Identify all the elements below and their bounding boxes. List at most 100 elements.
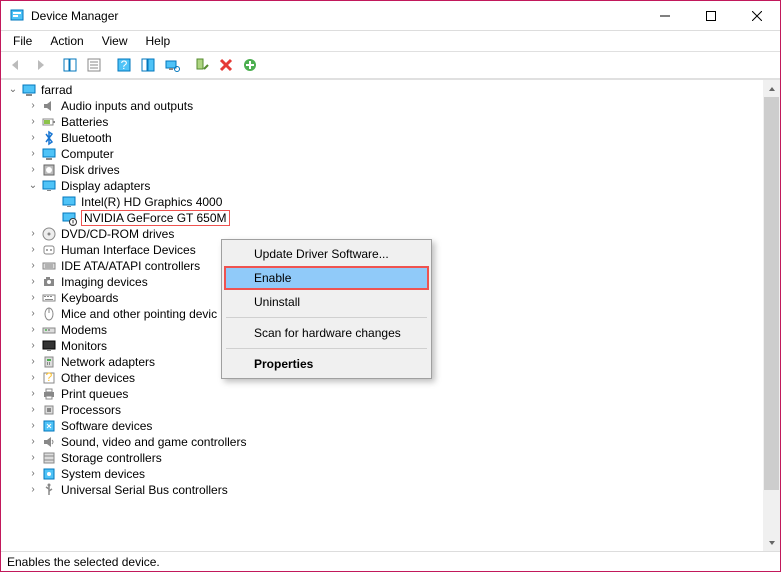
vertical-scrollbar[interactable] — [763, 80, 780, 551]
audio-icon — [41, 98, 57, 114]
menu-help[interactable]: Help — [138, 32, 179, 50]
scroll-up-button[interactable] — [763, 80, 780, 97]
back-button[interactable] — [5, 54, 27, 76]
chevron-right-icon[interactable]: › — [25, 453, 41, 463]
tree-label: Print queues — [61, 387, 128, 401]
menu-file[interactable]: File — [5, 32, 40, 50]
storage-icon — [41, 450, 57, 466]
maximize-button[interactable] — [688, 1, 734, 30]
chevron-right-icon[interactable]: › — [25, 149, 41, 159]
chevron-right-icon[interactable]: › — [25, 405, 41, 415]
chevron-right-icon[interactable]: › — [25, 165, 41, 175]
tree-node[interactable]: › Bluetooth — [1, 130, 763, 146]
scan-button[interactable] — [161, 54, 183, 76]
svg-text:?: ? — [121, 58, 128, 72]
tree-label: Network adapters — [61, 355, 155, 369]
tree-node[interactable]: ›Computer — [1, 146, 763, 162]
close-button[interactable] — [734, 1, 780, 30]
show-hide-tree-button[interactable] — [59, 54, 81, 76]
chevron-right-icon[interactable]: › — [25, 421, 41, 431]
context-menu-item[interactable]: Scan for hardware changes — [224, 321, 429, 345]
chevron-right-icon[interactable]: › — [25, 101, 41, 111]
chevron-right-icon[interactable]: › — [25, 341, 41, 351]
tree-label: Keyboards — [61, 291, 118, 305]
forward-button[interactable] — [29, 54, 51, 76]
tree-node[interactable]: ›Batteries — [1, 114, 763, 130]
chevron-right-icon[interactable]: › — [25, 325, 41, 335]
hid-icon — [41, 242, 57, 258]
chevron-right-icon[interactable]: › — [25, 437, 41, 447]
menu-action[interactable]: Action — [42, 32, 91, 50]
tree-node[interactable]: › Audio inputs and outputs — [1, 98, 763, 114]
modem-icon — [41, 322, 57, 338]
tree-node[interactable]: › Print queues — [1, 386, 763, 402]
menu-view[interactable]: View — [94, 32, 136, 50]
window-controls — [642, 1, 780, 30]
system-icon — [41, 466, 57, 482]
tree-label: Audio inputs and outputs — [61, 99, 193, 113]
chevron-right-icon[interactable]: › — [25, 309, 41, 319]
tree-node[interactable]: › Processors — [1, 402, 763, 418]
chevron-down-icon[interactable]: ⌄ — [5, 85, 21, 95]
app-icon — [9, 8, 25, 24]
chevron-down-icon[interactable]: ⌄ — [25, 181, 41, 191]
minimize-button[interactable] — [642, 1, 688, 30]
chevron-right-icon[interactable]: › — [25, 485, 41, 495]
usb-icon — [41, 482, 57, 498]
context-menu-separator — [226, 317, 427, 318]
scroll-thumb[interactable] — [764, 97, 779, 490]
context-menu-item[interactable]: Properties — [224, 352, 429, 376]
tree-node[interactable]: › Storage controllers — [1, 450, 763, 466]
help-button[interactable]: ? — [113, 54, 135, 76]
uninstall-button[interactable] — [215, 54, 237, 76]
context-menu-item[interactable]: Update Driver Software... — [224, 242, 429, 266]
tree-node[interactable]: › Sound, video and game controllers — [1, 434, 763, 450]
scroll-down-button[interactable] — [763, 534, 780, 551]
tree-node[interactable]: ›Disk drives — [1, 162, 763, 178]
update-button[interactable] — [239, 54, 261, 76]
tree-leaf[interactable]: Intel(R) HD Graphics 4000 — [1, 194, 763, 210]
chevron-right-icon[interactable]: › — [25, 117, 41, 127]
tree-label: Display adapters — [61, 179, 150, 193]
chevron-right-icon[interactable]: › — [25, 229, 41, 239]
toolbar-separator — [185, 54, 189, 76]
cpu-icon — [41, 402, 57, 418]
tree-label: Storage controllers — [61, 451, 162, 465]
software-icon — [41, 418, 57, 434]
tree-node[interactable]: ⌄ Display adapters — [1, 178, 763, 194]
tree-leaf[interactable]: NVIDIA GeForce GT 650M — [1, 210, 763, 226]
tree-node[interactable]: ›Software devices — [1, 418, 763, 434]
tree-root[interactable]: ⌄ farrad — [1, 82, 763, 98]
chevron-right-icon[interactable]: › — [25, 245, 41, 255]
tree-label: Processors — [61, 403, 121, 417]
chevron-right-icon[interactable]: › — [25, 373, 41, 383]
chevron-right-icon[interactable]: › — [25, 357, 41, 367]
tree-node[interactable]: ›Universal Serial Bus controllers — [1, 482, 763, 498]
computer-icon — [41, 146, 57, 162]
properties-button[interactable] — [83, 54, 105, 76]
tree-label: NVIDIA GeForce GT 650M — [81, 210, 230, 226]
tree-label: Imaging devices — [61, 275, 148, 289]
context-menu-item[interactable]: Uninstall — [224, 290, 429, 314]
chevron-right-icon[interactable]: › — [25, 277, 41, 287]
tree-label: farrad — [41, 83, 72, 97]
toolbar-button[interactable] — [137, 54, 159, 76]
tree-label: Intel(R) HD Graphics 4000 — [81, 195, 222, 209]
chevron-right-icon[interactable]: › — [25, 469, 41, 479]
tree-label: Modems — [61, 323, 107, 337]
enable-button[interactable] — [191, 54, 213, 76]
scroll-track[interactable] — [763, 97, 780, 534]
mouse-icon — [41, 306, 57, 322]
context-menu-item[interactable]: Enable — [224, 266, 429, 290]
display-icon — [41, 178, 57, 194]
chevron-right-icon[interactable]: › — [25, 389, 41, 399]
tree-label: Bluetooth — [61, 131, 112, 145]
tree-label: System devices — [61, 467, 145, 481]
chevron-right-icon[interactable]: › — [25, 293, 41, 303]
tree-node[interactable]: › System devices — [1, 466, 763, 482]
ide-icon — [41, 258, 57, 274]
chevron-right-icon[interactable]: › — [25, 261, 41, 271]
chevron-right-icon[interactable]: › — [25, 133, 41, 143]
tree-label: Sound, video and game controllers — [61, 435, 246, 449]
monitor-icon — [41, 338, 57, 354]
